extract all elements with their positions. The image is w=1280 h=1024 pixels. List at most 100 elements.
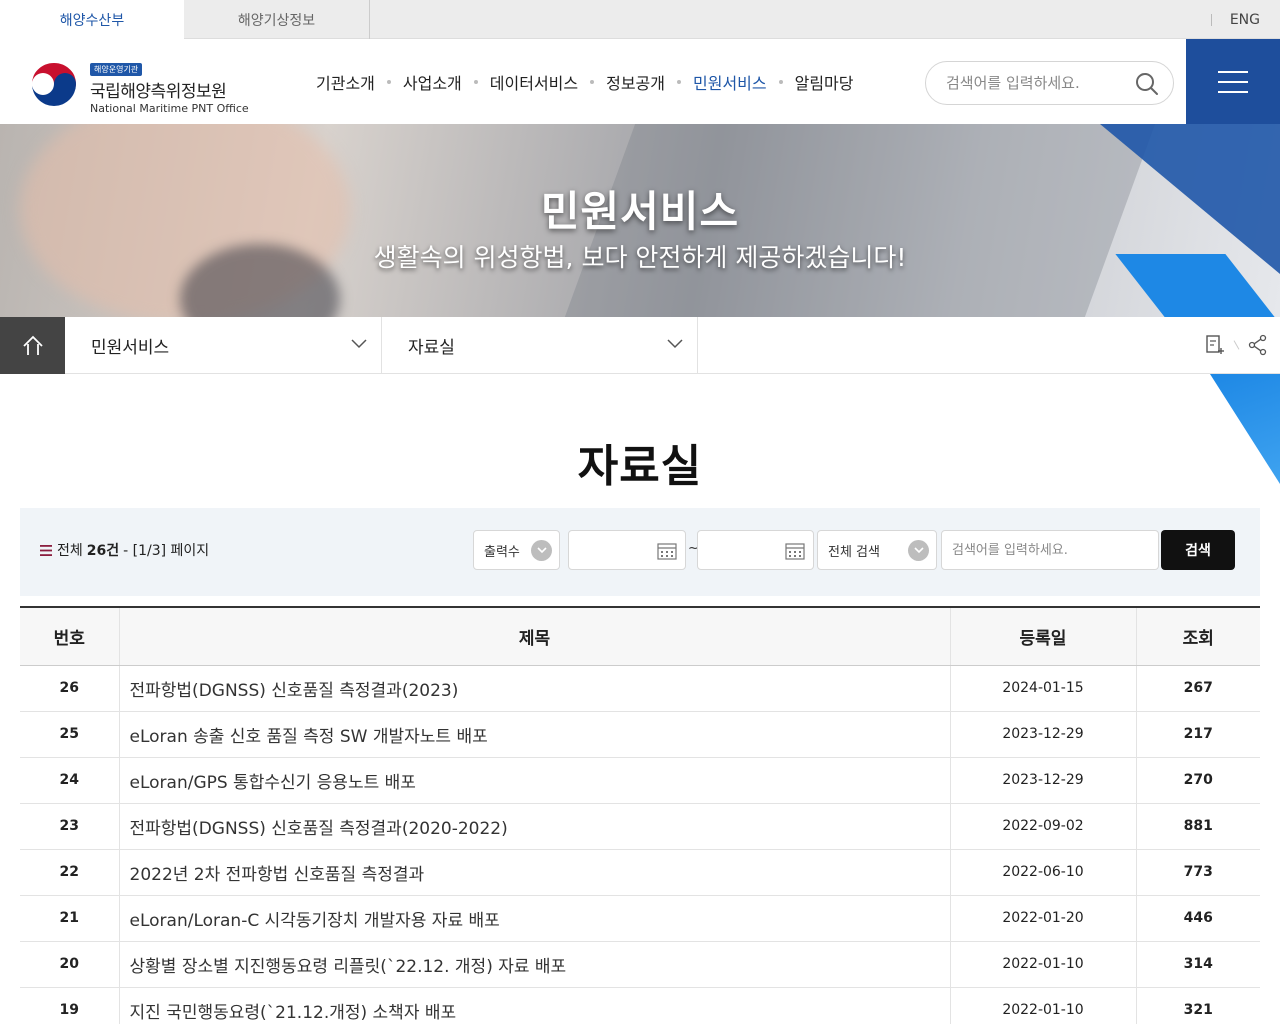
row-views: 881	[1135, 803, 1260, 850]
lang-eng-link[interactable]: ENG	[1230, 12, 1260, 28]
hero-banner: 민원서비스 생활속의 위성항법, 보다 안전하게 제공하겠습니다!	[0, 124, 1280, 317]
nav-data-service[interactable]: 데이터서비스	[490, 70, 578, 94]
per-page-label: 출력수	[484, 544, 520, 560]
page-info: - [1/3] 페이지	[123, 543, 210, 559]
nav-disclosure[interactable]: 정보공개	[606, 70, 665, 94]
row-number: 22	[20, 849, 119, 896]
location-level2-select[interactable]: 자료실	[382, 317, 698, 374]
row-views: 314	[1135, 941, 1260, 988]
tab-ministry[interactable]: 해양수산부	[0, 0, 184, 39]
nav-divider	[677, 79, 681, 84]
search-scope-label: 전체 검색	[828, 544, 880, 560]
table-row: 19 지진 국민행동요령(`21.12.개정) 소책자 배포 2022-01-1…	[20, 987, 1260, 1024]
row-number: 26	[20, 665, 119, 712]
divider	[1210, 13, 1212, 26]
row-number: 20	[20, 941, 119, 988]
row-number: 25	[20, 711, 119, 758]
location-level2-label: 자료실	[408, 338, 455, 358]
col-date: 등록일	[949, 607, 1136, 666]
header-search-input[interactable]	[946, 74, 1126, 92]
nav-divider	[473, 79, 478, 84]
row-date: 2022-09-02	[949, 803, 1136, 850]
chevron-down-icon	[531, 540, 552, 561]
nav-divider	[386, 79, 391, 84]
home-icon	[22, 335, 43, 355]
tab-marine-weather[interactable]: 해양기상정보	[184, 0, 370, 39]
chevron-down-icon	[908, 540, 929, 561]
language-switch[interactable]: ENG	[1210, 0, 1260, 39]
row-title-link[interactable]: 전파항법(DGNSS) 신호품질 측정결과(2020-2022)	[118, 803, 950, 850]
row-date: 2022-01-20	[949, 895, 1136, 942]
logo-text: 해양운영기관 국립해양측위정보원 National Maritime PNT O…	[90, 57, 249, 115]
taeguk-logo-icon	[29, 61, 79, 111]
calendar-icon[interactable]	[657, 542, 677, 560]
row-number: 24	[20, 757, 119, 804]
location-bar: 민원서비스 자료실	[0, 317, 1280, 374]
calendar-icon[interactable]	[785, 542, 805, 560]
row-views: 267	[1135, 665, 1260, 712]
page-tools	[1205, 334, 1268, 356]
row-title-link[interactable]: eLoran/GPS 통합수신기 응용노트 배포	[118, 757, 950, 804]
row-views: 446	[1135, 895, 1260, 942]
table-header-row: 번호 제목 등록일 조회	[20, 607, 1260, 666]
search-icon[interactable]	[1135, 72, 1159, 96]
table-row: 22 2022년 2차 전파항법 신호품질 측정결과 2022-06-10 77…	[20, 849, 1260, 896]
row-number: 19	[20, 987, 119, 1024]
page-title: 자료실	[577, 441, 703, 492]
home-button[interactable]	[0, 317, 65, 374]
nav-civil-service[interactable]: 민원서비스	[693, 70, 767, 94]
nav-business[interactable]: 사업소개	[403, 70, 462, 94]
row-title-link[interactable]: eLoran 송출 신호 품질 측정 SW 개발자노트 배포	[118, 711, 950, 758]
chevron-down-icon	[351, 339, 367, 349]
nav-about[interactable]: 기관소개	[316, 70, 375, 94]
total-count: 전체 26건 - [1/3] 페이지	[40, 540, 209, 560]
col-number: 번호	[20, 607, 119, 666]
row-views: 217	[1135, 711, 1260, 758]
share-icon[interactable]	[1248, 334, 1268, 356]
row-date: 2022-01-10	[949, 987, 1136, 1024]
row-title-link[interactable]: eLoran/Loran-C 시각동기장치 개발자용 자료 배포	[118, 895, 950, 942]
count-prefix: 전체	[57, 543, 83, 559]
row-title-link[interactable]: 상황별 장소별 지진행동요령 리플릿(`22.12. 개정) 자료 배포	[118, 941, 950, 988]
logo-name: 국립해양측위정보원	[90, 82, 227, 102]
nav-divider	[778, 79, 783, 84]
chevron-down-icon	[667, 339, 683, 349]
location-level1-select[interactable]: 민원서비스	[65, 317, 382, 374]
date-to-field[interactable]	[697, 530, 814, 570]
table-row: 23 전파항법(DGNSS) 신호품질 측정결과(2020-2022) 2022…	[20, 803, 1260, 850]
site-logo[interactable]: 해양운영기관 국립해양측위정보원 National Maritime PNT O…	[28, 57, 249, 115]
hamburger-icon	[1218, 70, 1248, 93]
table-row: 21 eLoran/Loran-C 시각동기장치 개발자용 자료 배포 2022…	[20, 895, 1260, 942]
row-title-link[interactable]: 2022년 2차 전파항법 신호품질 측정결과	[118, 849, 950, 896]
col-views: 조회	[1135, 607, 1260, 666]
search-button[interactable]: 검색	[1161, 530, 1235, 570]
site-header: 해양운영기관 국립해양측위정보원 National Maritime PNT O…	[0, 39, 1280, 124]
row-date: 2024-01-15	[949, 665, 1136, 712]
col-title: 제목	[118, 607, 950, 666]
location-level1-label: 민원서비스	[91, 338, 170, 358]
search-scope-select[interactable]: 전체 검색	[817, 530, 937, 570]
row-title-link[interactable]: 지진 국민행동요령(`21.12.개정) 소책자 배포	[118, 987, 950, 1024]
row-date: 2023-12-29	[949, 757, 1136, 804]
keyword-input[interactable]	[952, 542, 1152, 558]
logo-badge: 해양운영기관	[90, 63, 143, 76]
table-row: 25 eLoran 송출 신호 품질 측정 SW 개발자노트 배포 2023-1…	[20, 711, 1260, 758]
tools-divider	[1233, 340, 1240, 350]
row-number: 23	[20, 803, 119, 850]
date-from-field[interactable]	[568, 530, 686, 570]
row-title-link[interactable]: 전파항법(DGNSS) 신호품질 측정결과(2023)	[118, 665, 950, 712]
row-date: 2023-12-29	[949, 711, 1136, 758]
print-icon[interactable]	[1205, 334, 1225, 356]
all-menu-button[interactable]	[1186, 39, 1280, 124]
row-number: 21	[20, 895, 119, 942]
per-page-select[interactable]: 출력수	[473, 530, 560, 570]
board-search-panel: 전체 26건 - [1/3] 페이지 출력수 ~ 전체 검색 검색어를 입력하세…	[20, 508, 1260, 596]
table-row: 24 eLoran/GPS 통합수신기 응용노트 배포 2023-12-29 2…	[20, 757, 1260, 804]
row-views: 270	[1135, 757, 1260, 804]
logo-name-en: National Maritime PNT Office	[90, 102, 249, 115]
keyword-field	[941, 530, 1159, 570]
header-search	[925, 61, 1174, 105]
hero-subtitle: 생활속의 위성항법, 보다 안전하게 제공하겠습니다!	[373, 243, 907, 272]
nav-notice[interactable]: 알림마당	[795, 70, 854, 94]
table-row: 20 상황별 장소별 지진행동요령 리플릿(`22.12. 개정) 자료 배포 …	[20, 941, 1260, 988]
